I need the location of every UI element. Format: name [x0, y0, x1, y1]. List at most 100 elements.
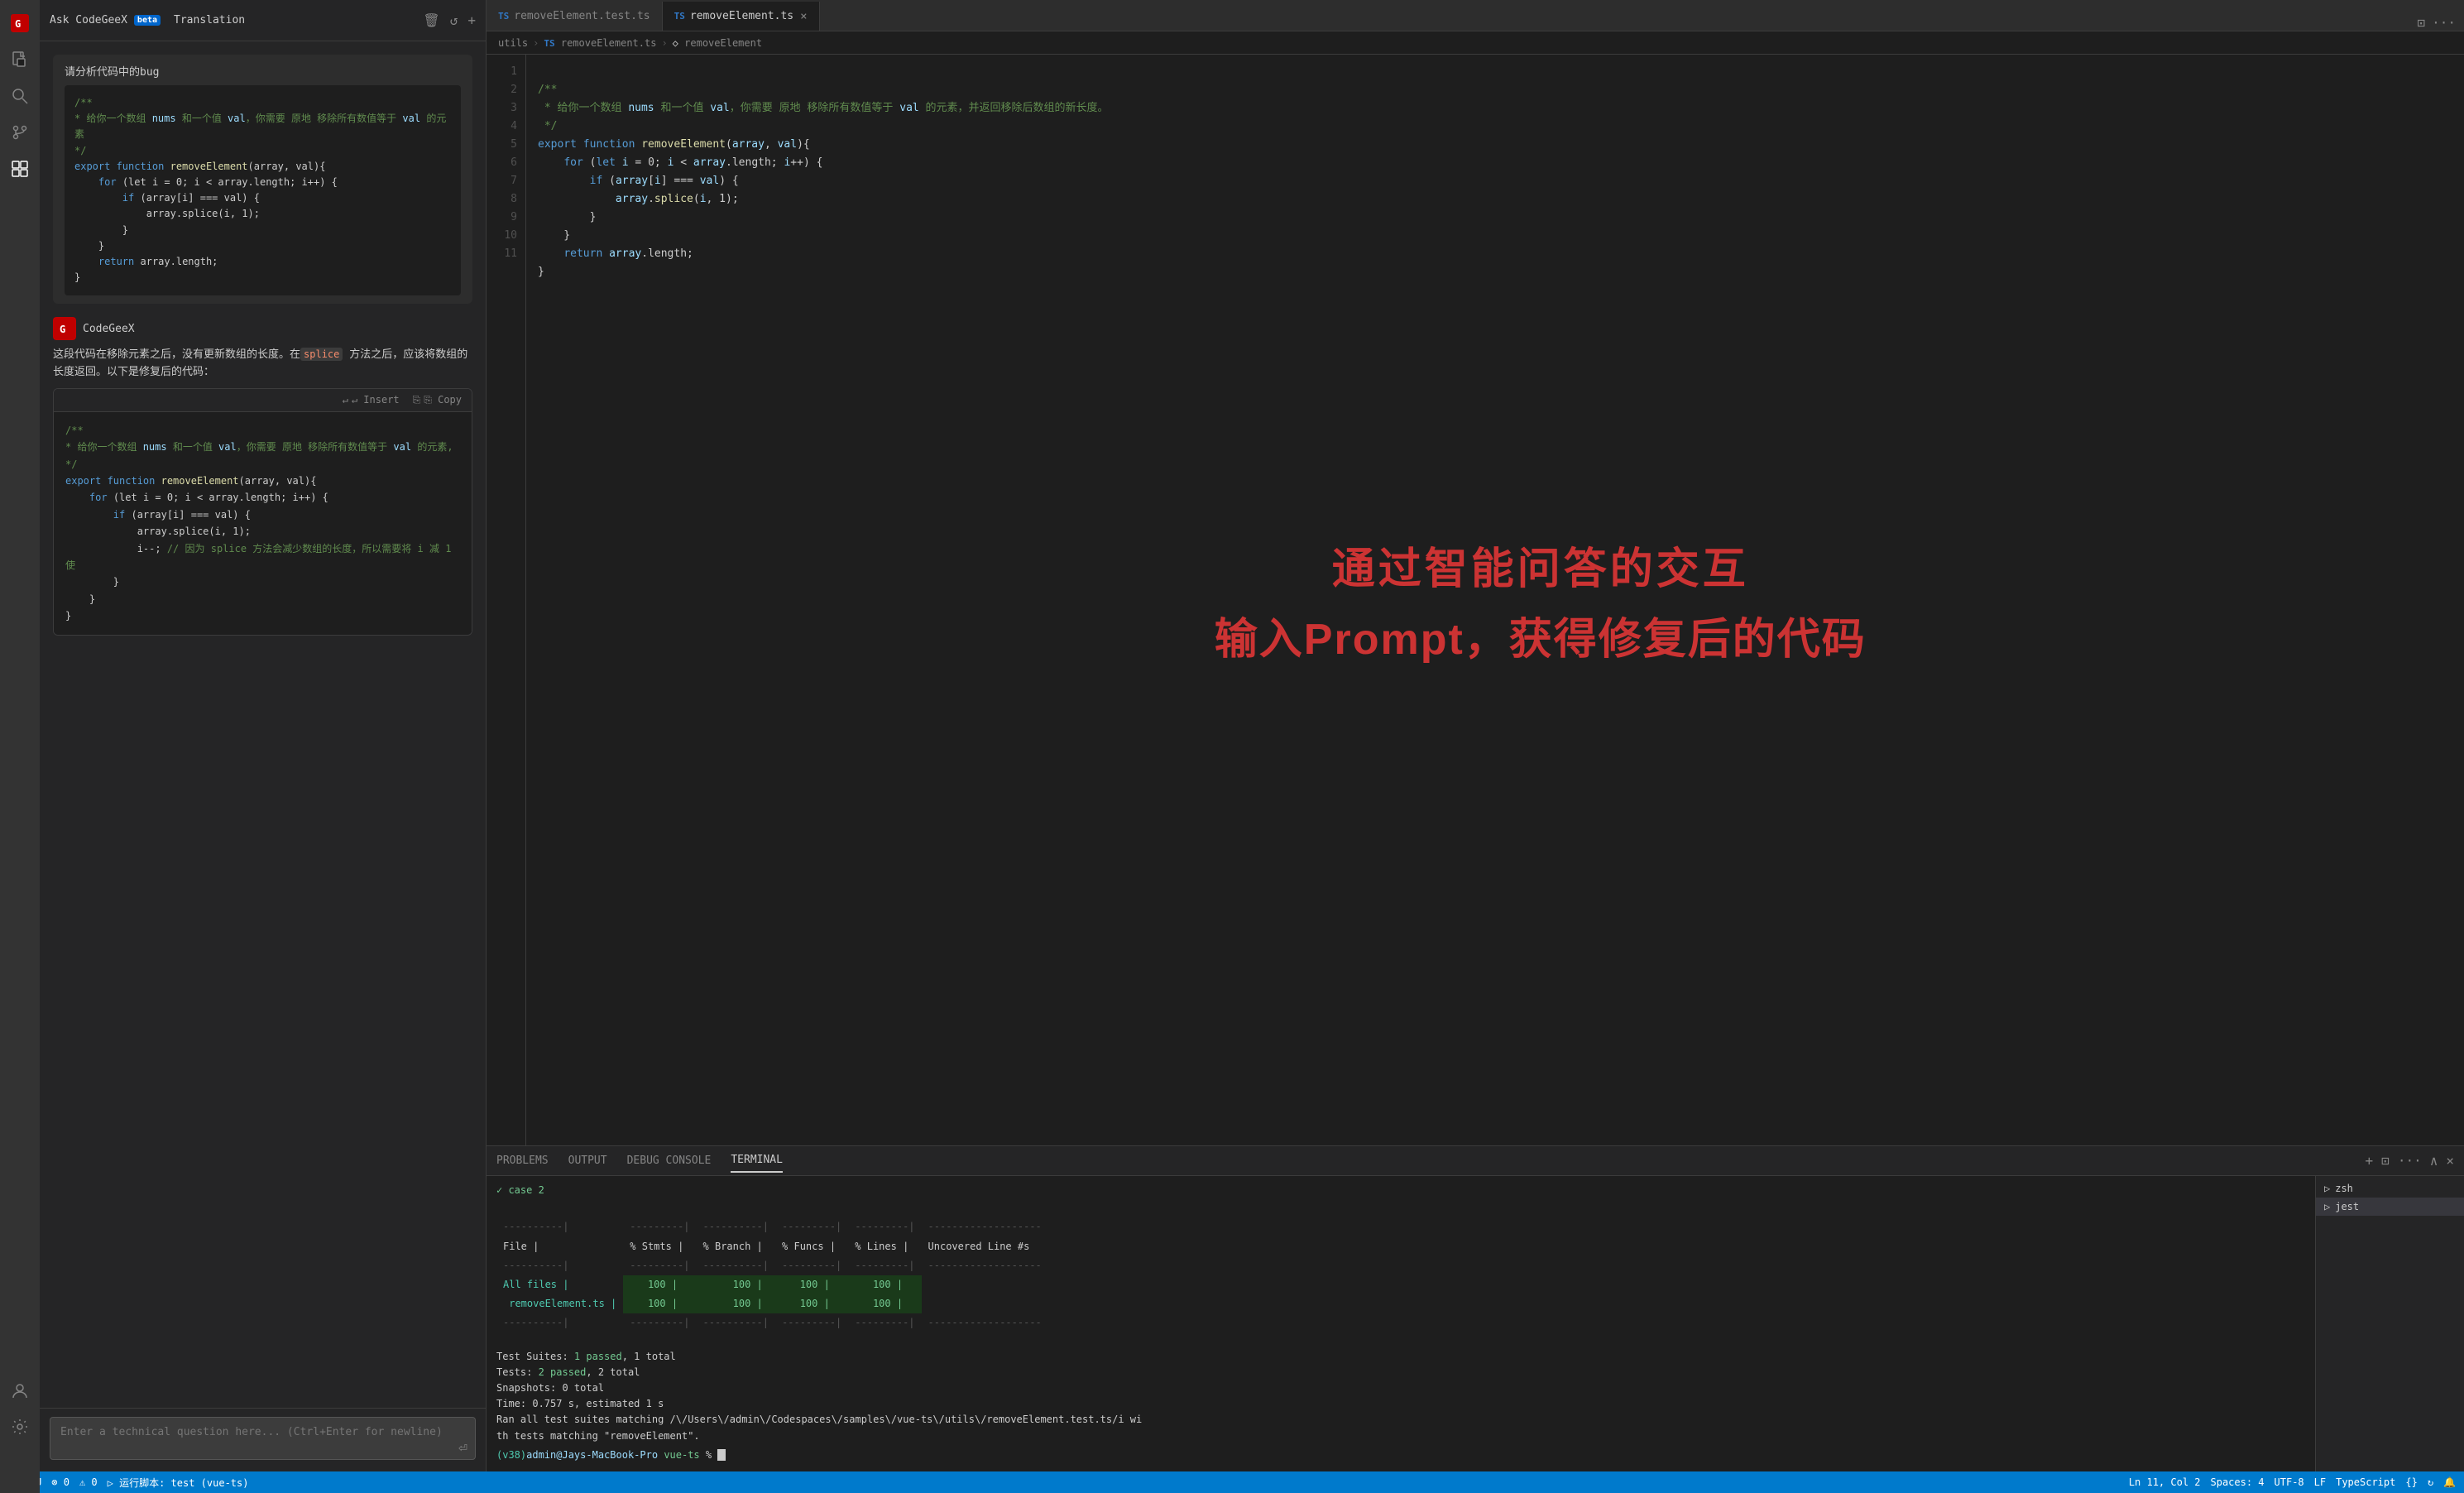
sidebar-header-icons: 🗑 ↺ +: [423, 12, 476, 28]
ln-col-label[interactable]: Ln 11, Col 2: [2129, 1476, 2201, 1488]
header-uncovered: Uncovered Line #s: [922, 1237, 1048, 1256]
terminal-prompt-line: (v38)admin@Jays-MacBook-Pro vue-ts %: [496, 1447, 2305, 1463]
fixed-code-line: array.splice(i, 1);: [65, 523, 460, 540]
ai-code-block: ↵ ↵ Insert ⎘ ⎘ Copy /** * 给你一个数组 nums 和一…: [53, 388, 472, 636]
fixed-code-line: */: [65, 456, 460, 473]
ai-header: G CodeGeeX: [53, 317, 472, 340]
main-tab-label: removeElement.ts: [690, 10, 793, 22]
code-editor[interactable]: 1 2 3 4 5 6 7 8 9 10 11 /** * 给你一个数组 num…: [487, 55, 2464, 1145]
cell-file-uncovered: [922, 1294, 1048, 1313]
breadcrumb-file[interactable]: TS removeElement.ts: [544, 37, 656, 49]
terminal-ran-line: Ran all test suites matching /\/Users\/a…: [496, 1412, 2305, 1428]
sep-cell: ----------|: [697, 1217, 775, 1236]
fixed-code-line: for (let i = 0; i < array.length; i++) {: [65, 489, 460, 506]
tab-main-file[interactable]: TS removeElement.ts ×: [663, 2, 820, 31]
more-actions-icon[interactable]: ···: [2432, 15, 2456, 31]
breadcrumb-symbol[interactable]: ◇ removeElement: [673, 37, 762, 49]
fixed-code-line: }: [65, 607, 460, 624]
sep-cell: ----------|: [496, 1256, 623, 1275]
editor-tab-actions: ⊡ ···: [2409, 15, 2464, 31]
terminal-time-line: Time: 0.757 s, estimated 1 s: [496, 1396, 2305, 1412]
ts-icon: TS: [498, 11, 509, 22]
header-funcs: % Funcs |: [775, 1237, 848, 1256]
activity-icon-settings[interactable]: [3, 1410, 36, 1443]
language-label[interactable]: TypeScript: [2336, 1476, 2395, 1488]
spaces-label[interactable]: Spaces: 4: [2211, 1476, 2265, 1488]
encoding-label[interactable]: UTF-8: [2275, 1476, 2304, 1488]
activity-icon-files[interactable]: [3, 43, 36, 76]
cell-uncovered: [922, 1275, 1048, 1294]
terminal-jest-label: jest: [2335, 1201, 2359, 1212]
insert-button[interactable]: ↵ ↵ Insert: [343, 394, 400, 406]
code-line: }: [74, 270, 451, 286]
code-line: }: [74, 223, 451, 238]
main-container: Ask CodeGeeX beta Translation 🗑 ↺ + 请分析代…: [40, 0, 2464, 1493]
send-icon[interactable]: ⏎: [458, 1439, 467, 1457]
test-tab-label: removeElement.test.ts: [514, 10, 650, 22]
fixed-code-line: * 给你一个数组 nums 和一个值 val，你需要 原地 移除所有数值等于 v…: [65, 439, 460, 455]
activity-icon-search[interactable]: [3, 79, 36, 113]
copy-button[interactable]: ⎘ ⎘ Copy: [413, 394, 462, 406]
fixed-code-line: }: [65, 591, 460, 607]
activity-bar-bottom: [3, 1374, 36, 1443]
terminal-close-icon[interactable]: ×: [2446, 1153, 2454, 1169]
bell-icon[interactable]: 🔔: [2443, 1476, 2456, 1488]
tab-terminal[interactable]: TERMINAL: [731, 1149, 783, 1173]
user-text: 请分析代码中的bug: [65, 63, 461, 79]
layout-icon[interactable]: {}: [2405, 1476, 2417, 1488]
terminal-sidebar-item-jest[interactable]: ▷ jest: [2316, 1198, 2464, 1216]
activity-icon-user[interactable]: [3, 1374, 36, 1407]
terminal-add-icon[interactable]: +: [2366, 1153, 2374, 1169]
terminal-chevron-up-icon[interactable]: ∧: [2430, 1153, 2438, 1169]
ai-name: CodeGeeX: [83, 323, 135, 335]
chat-input-wrapper: ⏎: [50, 1417, 476, 1463]
ai-avatar: G: [53, 317, 76, 340]
activity-icon-extensions[interactable]: [3, 152, 36, 185]
translation-tab[interactable]: Translation: [167, 11, 252, 30]
tab-output[interactable]: OUTPUT: [568, 1150, 607, 1172]
line-num: 5: [487, 136, 517, 154]
line-num: 11: [487, 245, 517, 263]
cell-stmts: 100 |: [623, 1275, 696, 1294]
split-editor-icon[interactable]: ⊡: [2417, 15, 2425, 31]
terminal-content[interactable]: ✓ case 2 ----------| ---------| --------…: [487, 1176, 2315, 1493]
line-ending-label[interactable]: LF: [2314, 1476, 2326, 1488]
sep-cell: ---------|: [623, 1217, 696, 1236]
svg-text:G: G: [15, 18, 21, 30]
cell-lines: 100 |: [848, 1275, 921, 1294]
tab-debug-console[interactable]: DEBUG CONSOLE: [627, 1150, 712, 1172]
ask-codegee-tab[interactable]: Ask CodeGeeX: [50, 14, 127, 26]
sep-cell: ---------|: [848, 1217, 921, 1236]
sep-cell: ---------|: [775, 1217, 848, 1236]
activity-icon-codegee[interactable]: G: [3, 7, 36, 40]
header-lines: % Lines |: [848, 1237, 921, 1256]
activity-icon-git[interactable]: [3, 116, 36, 149]
code-line: for (let i = 0; i < array.length; i++) {: [74, 175, 451, 190]
terminal-matching-line: th tests matching "removeElement".: [496, 1428, 2305, 1444]
terminal-sidebar-item-zsh[interactable]: ▷ zsh: [2316, 1179, 2464, 1198]
add-icon[interactable]: +: [467, 12, 476, 28]
code-line: export function removeElement(array, val…: [74, 159, 451, 175]
breadcrumb-utils[interactable]: utils: [498, 37, 528, 49]
terminal-more-icon[interactable]: ···: [2398, 1153, 2422, 1169]
table-separator-row-3: ----------| ---------| ----------| -----…: [496, 1313, 1048, 1332]
terminal-jest-icon: ▷: [2324, 1201, 2330, 1212]
header-stmts: % Stmts |: [623, 1237, 696, 1256]
terminal-split-icon[interactable]: ⊡: [2381, 1153, 2390, 1169]
activity-bar: G: [0, 0, 40, 1493]
clear-icon[interactable]: 🗑: [423, 12, 439, 28]
terminal-line: [496, 1198, 2305, 1214]
insert-icon: ↵: [343, 394, 348, 406]
vscode-status-bar: ⎇ PU ⊗ 0 ⚠ 0 ▷ 运行脚本: test (vue-ts) Ln 11…: [487, 1471, 2464, 1493]
tab-problems[interactable]: PROBLEMS: [496, 1150, 549, 1172]
editor-code-text[interactable]: /** * 给你一个数组 nums 和一个值 val，你需要 原地 移除所有数值…: [526, 55, 2464, 1145]
chat-input[interactable]: [50, 1417, 476, 1460]
tab-close-icon[interactable]: ×: [800, 10, 807, 23]
sync-icon[interactable]: ↻: [2428, 1476, 2433, 1488]
refresh-icon[interactable]: ↺: [450, 12, 458, 28]
code-line: return array.length;: [74, 254, 451, 270]
code-line: array.splice(i, 1);: [74, 206, 451, 222]
user-message: 请分析代码中的bug /** * 给你一个数组 nums 和一个值 val，你需…: [53, 55, 472, 304]
tab-test-file[interactable]: TS removeElement.test.ts: [487, 2, 663, 31]
fixed-code-line: }: [65, 574, 460, 590]
